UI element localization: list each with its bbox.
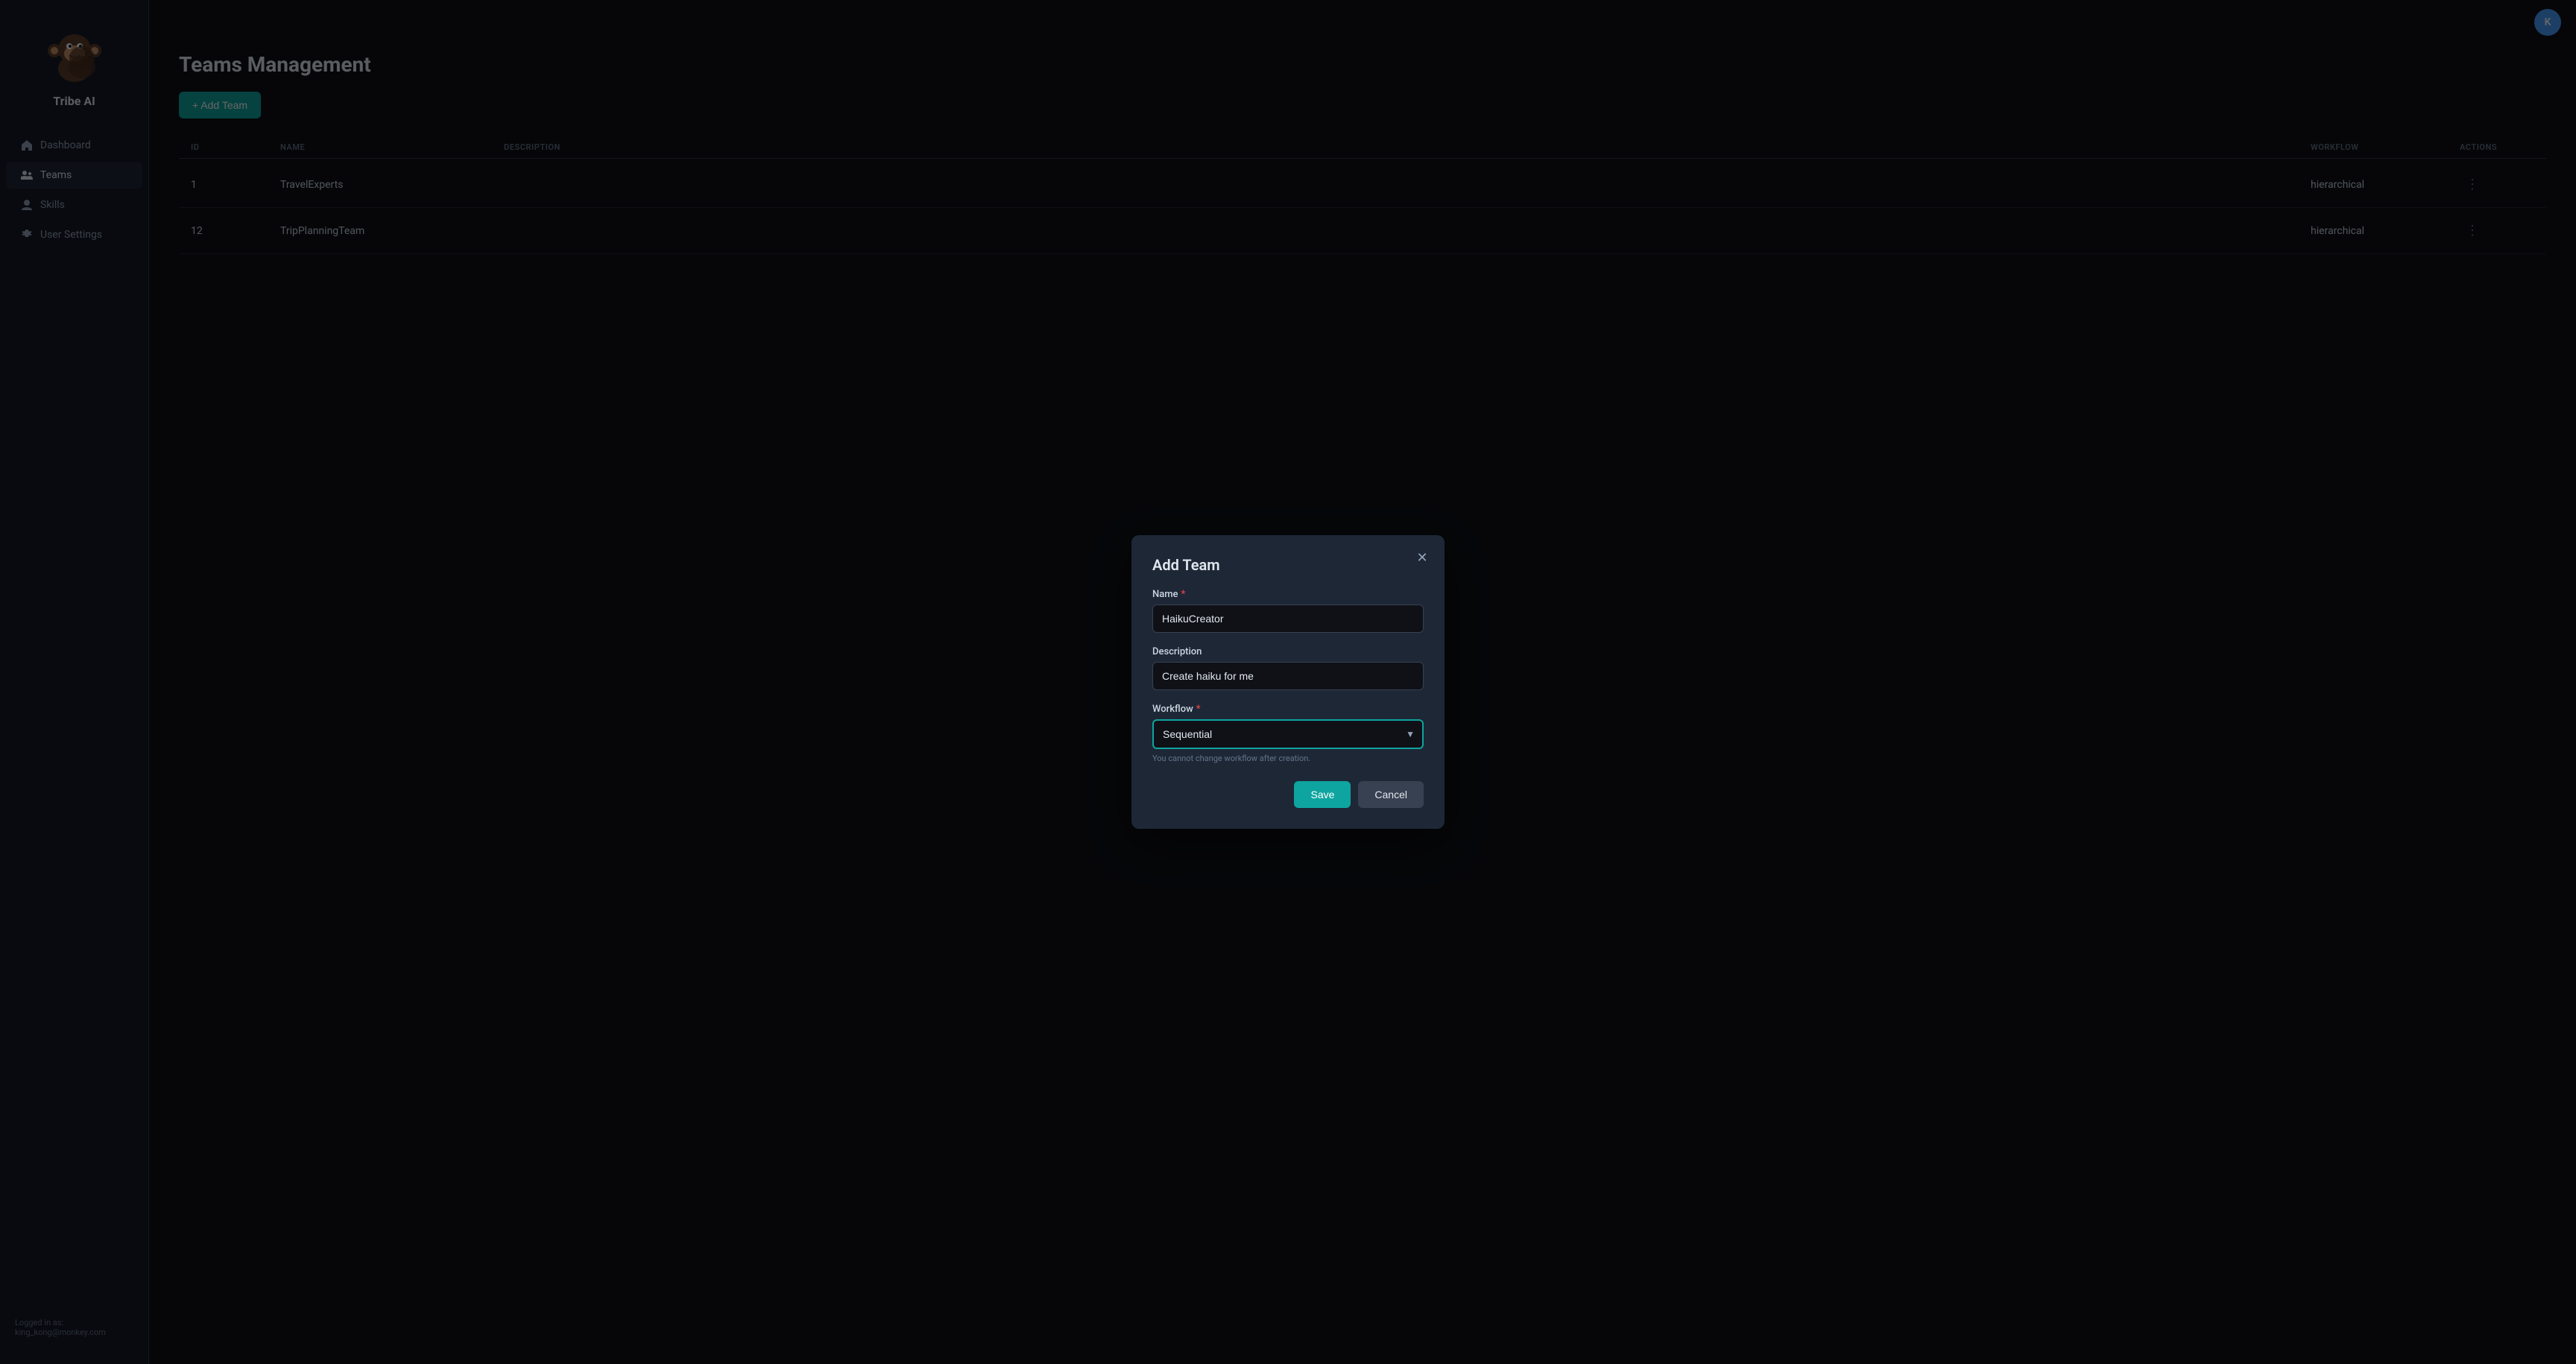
name-label: Name * [1152, 589, 1424, 600]
modal-close-button[interactable]: ✕ [1412, 547, 1433, 568]
description-input[interactable] [1152, 662, 1424, 690]
description-label: Description [1152, 646, 1424, 657]
cancel-button[interactable]: Cancel [1358, 781, 1424, 808]
name-input[interactable] [1152, 604, 1424, 633]
modal-overlay: ✕ Add Team Name * Description Workflow *… [0, 0, 2576, 1364]
modal-title: Add Team [1152, 556, 1424, 574]
workflow-field-group: Workflow * Sequential hierarchical ▼ You… [1152, 704, 1424, 763]
name-required-star: * [1181, 589, 1186, 600]
add-team-modal: ✕ Add Team Name * Description Workflow *… [1131, 535, 1445, 829]
save-button[interactable]: Save [1294, 781, 1351, 808]
workflow-select-wrapper: Sequential hierarchical ▼ [1152, 719, 1424, 749]
workflow-select[interactable]: Sequential hierarchical [1152, 719, 1424, 749]
workflow-hint: You cannot change workflow after creatio… [1152, 754, 1424, 763]
name-field-group: Name * [1152, 589, 1424, 633]
modal-actions: Save Cancel [1152, 781, 1424, 808]
workflow-required-star: * [1196, 704, 1201, 715]
description-field-group: Description [1152, 646, 1424, 690]
workflow-label: Workflow * [1152, 704, 1424, 715]
